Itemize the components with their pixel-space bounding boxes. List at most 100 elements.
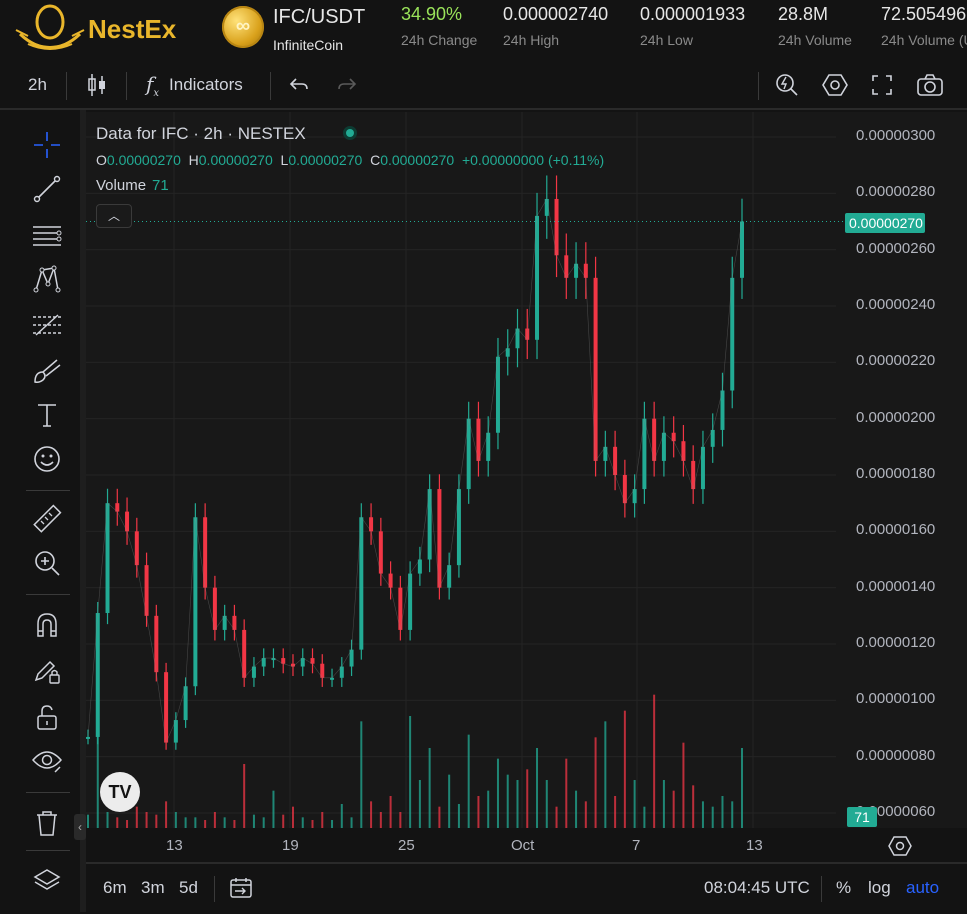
goto-date-button[interactable] (228, 876, 254, 905)
candle-style-button[interactable] (86, 70, 108, 100)
volume-bar (643, 806, 646, 828)
stat-value: 28.8M (778, 4, 829, 24)
volume-bar (633, 780, 636, 828)
price-chart[interactable] (86, 112, 967, 828)
open-value: 0.00000270 (106, 152, 181, 168)
range-6m-button[interactable]: 6m (103, 878, 127, 898)
chart-pane[interactable] (86, 112, 967, 828)
stat-label: 24h High (503, 32, 560, 48)
volume-bar (594, 737, 597, 828)
volume-bar (350, 817, 353, 828)
undo-icon (289, 78, 308, 90)
magnet-tool[interactable] (28, 606, 66, 644)
crosshair-tool[interactable] (28, 126, 66, 164)
volume-bar (614, 796, 617, 828)
measure-tool[interactable] (28, 500, 66, 538)
range-5d-button[interactable]: 5d (179, 878, 198, 898)
nest-egg-icon (15, 4, 85, 50)
axis-settings-button[interactable] (888, 834, 912, 858)
time-tick-label: Oct (511, 837, 535, 854)
volume-bar (584, 801, 587, 828)
fullscreen-button[interactable] (871, 70, 893, 100)
volume-bar (379, 812, 382, 828)
volume-bar (370, 801, 373, 828)
clock-display[interactable]: 08:04:45 UTC (704, 878, 810, 898)
time-tick-label: 19 (282, 837, 299, 854)
volume-bar (731, 801, 734, 828)
indicators-button[interactable]: fx Indicators (146, 70, 243, 100)
emoji-tool[interactable] (28, 440, 66, 478)
percent-scale-button[interactable]: % (836, 878, 851, 898)
divider (270, 72, 271, 100)
volume-bar (155, 814, 158, 828)
volume-bar (165, 801, 168, 828)
lock-all-tool[interactable] (28, 698, 66, 736)
horizontal-lines-tool[interactable] (28, 216, 66, 254)
collapse-legend-button[interactable]: ︿ (96, 204, 132, 228)
stat-24h-high: 0.000002740 24h High (503, 4, 608, 48)
trend-line-tool[interactable] (28, 170, 66, 208)
close-value: 0.00000270 (380, 152, 455, 168)
volume-bar (467, 734, 470, 828)
tradingview-logo[interactable]: TV (100, 772, 140, 812)
magnet-icon (37, 613, 57, 637)
stat-value: 0.000001933 (640, 4, 746, 24)
volume-bar (604, 721, 607, 828)
current-price-tag: 0.00000270 (845, 213, 925, 233)
lightning-search-icon (776, 74, 798, 96)
pattern-tool[interactable] (28, 260, 66, 298)
bottom-toolbar: 6m 3m 5d 08:04:45 UTC % log auto (86, 862, 967, 914)
pencil-lock-icon (34, 660, 60, 684)
brand-logo[interactable]: NestEx (14, 4, 184, 54)
redo-button[interactable] (336, 70, 358, 100)
price-tick-label: 0.00000140 (856, 577, 936, 595)
undo-button[interactable] (288, 70, 310, 100)
interval-button[interactable]: 2h (28, 70, 47, 100)
volume-bar (575, 790, 578, 828)
collapse-sidebar-button[interactable]: ‹ (74, 814, 86, 840)
auto-scale-button[interactable]: auto (906, 878, 939, 898)
volume-bar (653, 694, 656, 828)
lock-drawings-tool[interactable] (28, 652, 66, 690)
screenshot-button[interactable] (916, 70, 944, 100)
candlestick-icon (88, 74, 105, 96)
object-tree-tool[interactable] (28, 862, 66, 900)
time-tick-label: 25 (398, 837, 415, 854)
quick-search-button[interactable] (774, 70, 800, 100)
volume-bar (711, 806, 714, 828)
stat-value: 72.505496 (881, 4, 967, 24)
layers-icon (33, 869, 61, 890)
remove-drawings-tool[interactable] (28, 804, 66, 842)
price-tick-label: 0.00000100 (856, 690, 936, 708)
price-tick-label: 0.00000180 (856, 465, 936, 482)
divider (26, 850, 70, 851)
infinitecoin-icon: ∞ (222, 6, 264, 48)
coin-name: InfiniteCoin (273, 37, 344, 53)
volume-bar (692, 785, 695, 828)
log-scale-button[interactable]: log (868, 878, 891, 898)
volume-bar (418, 780, 421, 828)
price-tick-label: 0.00000260 (856, 239, 936, 257)
hexagon-gear-icon (888, 836, 912, 856)
hide-drawings-tool[interactable] (28, 742, 66, 780)
volume-bar (213, 812, 216, 828)
fib-tool[interactable] (28, 306, 66, 344)
candle-body (86, 736, 90, 739)
text-tool[interactable] (28, 396, 66, 434)
chart-settings-button[interactable] (822, 70, 848, 100)
volume-bar (223, 817, 226, 828)
indicators-label: Indicators (169, 75, 243, 94)
volume-bar (233, 820, 236, 828)
current-volume-tag: 71 (847, 807, 877, 827)
divider (26, 490, 70, 491)
trash-icon (37, 811, 57, 836)
trading-pair[interactable]: IFC/USDT (273, 6, 365, 29)
stat-24h-change: 34.90% 24h Change (401, 4, 477, 48)
divider (66, 72, 67, 100)
range-3m-button[interactable]: 3m (141, 878, 165, 898)
stat-label: 24h Volume (778, 32, 852, 48)
zoom-tool[interactable] (28, 544, 66, 582)
volume-bar (399, 812, 402, 828)
brush-tool[interactable] (28, 352, 66, 390)
market-status-dot (343, 126, 357, 140)
